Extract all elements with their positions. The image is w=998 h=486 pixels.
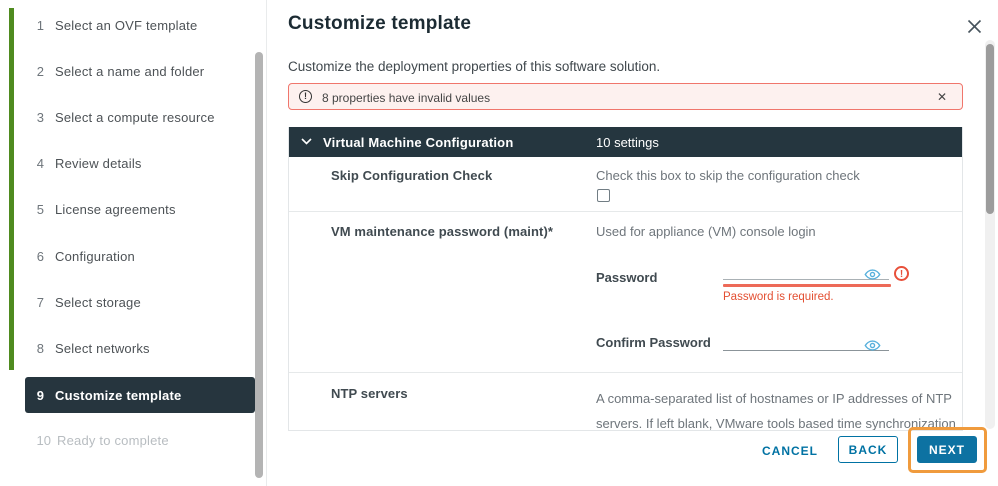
password-error-icon: ! [894, 266, 909, 281]
alert-text: 8 properties have invalid values [322, 91, 490, 105]
step-label: Select networks [55, 341, 150, 356]
setting-label: NTP servers [331, 386, 408, 401]
vm-configuration-accordion-header[interactable]: Virtual Machine Configuration 10 setting… [289, 127, 962, 157]
step-number: 2 [25, 64, 44, 79]
description-line-1: A comma-separated list of hostnames or I… [596, 391, 952, 406]
show-confirm-password-eye-icon[interactable] [864, 338, 881, 356]
section-title: Virtual Machine Configuration [323, 135, 513, 150]
alert-close-icon[interactable]: ✕ [934, 89, 950, 105]
invalid-values-alert: ! 8 properties have invalid values ✕ [288, 83, 963, 110]
setting-value-column: A comma-separated list of hostnames or I… [596, 373, 962, 431]
sidebar-item-ready-to-complete: 10 Ready to complete [25, 431, 169, 449]
step-label: Select a name and folder [55, 64, 204, 79]
sidebar-item-customize-template[interactable]: 9 Customize template [25, 377, 255, 413]
sidebar-divider [266, 0, 267, 486]
step-label: License agreements [55, 202, 176, 217]
sidebar-item-select-storage[interactable]: 7 Select storage [25, 293, 141, 311]
sidebar-scrollbar[interactable] [255, 52, 263, 478]
password-label: Password [596, 270, 657, 285]
confirm-password-field [723, 335, 889, 351]
step-label: Select storage [55, 295, 141, 310]
page-subtitle: Customize the deployment properties of t… [288, 59, 660, 74]
password-error-message: Password is required. [723, 291, 834, 303]
setting-row-ntp-servers: NTP servers A comma-separated list of ho… [289, 373, 962, 431]
sidebar-item-select-networks[interactable]: 8 Select networks [25, 339, 150, 357]
chevron-down-icon [301, 138, 312, 145]
password-error-underline [723, 284, 891, 287]
step-number: 8 [25, 341, 44, 356]
step-number: 6 [25, 249, 44, 264]
alert-error-icon: ! [299, 90, 312, 103]
step-number: 4 [25, 156, 44, 171]
show-password-eye-icon[interactable] [864, 267, 881, 285]
step-number: 10 [25, 433, 51, 448]
setting-value-column: Used for appliance (VM) console login Pa… [596, 212, 962, 372]
skip-configuration-checkbox[interactable] [597, 189, 610, 202]
wizard-steps-sidebar: 1 Select an OVF template 2 Select a name… [0, 0, 267, 486]
back-button[interactable]: BACK [838, 436, 898, 463]
sidebar-item-license-agreements[interactable]: 5 License agreements [25, 200, 176, 218]
confirm-password-input[interactable] [723, 335, 863, 351]
next-button[interactable]: NEXT [917, 436, 977, 463]
deploy-ovf-wizard: 1 Select an OVF template 2 Select a name… [0, 0, 998, 486]
sidebar-item-select-compute-resource[interactable]: 3 Select a compute resource [25, 108, 215, 126]
close-icon[interactable] [963, 15, 985, 37]
setting-description: Used for appliance (VM) console login [596, 224, 816, 239]
step-label: Select a compute resource [55, 110, 215, 125]
step-label: Configuration [55, 249, 135, 264]
sidebar-item-configuration[interactable]: 6 Configuration [25, 247, 135, 265]
setting-label: VM maintenance password (maint)* [331, 224, 553, 239]
setting-label: Skip Configuration Check [331, 168, 492, 183]
progress-bar-completed [9, 8, 14, 370]
content-scrollbar-thumb[interactable] [986, 44, 994, 214]
sidebar-item-review-details[interactable]: 4 Review details [25, 154, 142, 172]
section-settings-count: 10 settings [596, 135, 659, 150]
step-number: 3 [25, 110, 44, 125]
step-number: 9 [25, 388, 44, 403]
cancel-button[interactable]: CANCEL [760, 441, 820, 461]
setting-description: A comma-separated list of hostnames or I… [596, 386, 956, 431]
close-x-glyph [967, 19, 982, 34]
setting-row-vm-maintenance-password: VM maintenance password (maint)* Used fo… [289, 212, 962, 373]
step-label: Select an OVF template [55, 18, 197, 33]
setting-description: Check this box to skip the configuration… [596, 168, 860, 183]
settings-grid: Virtual Machine Configuration 10 setting… [288, 127, 963, 431]
content-scrollbar-track[interactable] [985, 40, 995, 429]
password-field [723, 264, 889, 280]
step-label: Ready to complete [57, 433, 169, 448]
step-number: 5 [25, 202, 44, 217]
password-input[interactable] [723, 264, 863, 280]
step-number: 7 [25, 295, 44, 310]
setting-row-skip-configuration-check: Skip Configuration Check Check this box … [289, 157, 962, 212]
setting-value-column: Check this box to skip the configuration… [596, 157, 962, 211]
sidebar-item-select-name-folder[interactable]: 2 Select a name and folder [25, 62, 204, 80]
step-label: Review details [55, 156, 142, 171]
description-line-2: servers. If left blank, VMware tools bas… [596, 416, 956, 431]
sidebar-item-select-ovf-template[interactable]: 1 Select an OVF template [25, 16, 197, 34]
step-label: Customize template [55, 388, 181, 403]
confirm-password-label: Confirm Password [596, 335, 711, 350]
page-title: Customize template [288, 13, 471, 35]
step-number: 1 [25, 18, 44, 33]
